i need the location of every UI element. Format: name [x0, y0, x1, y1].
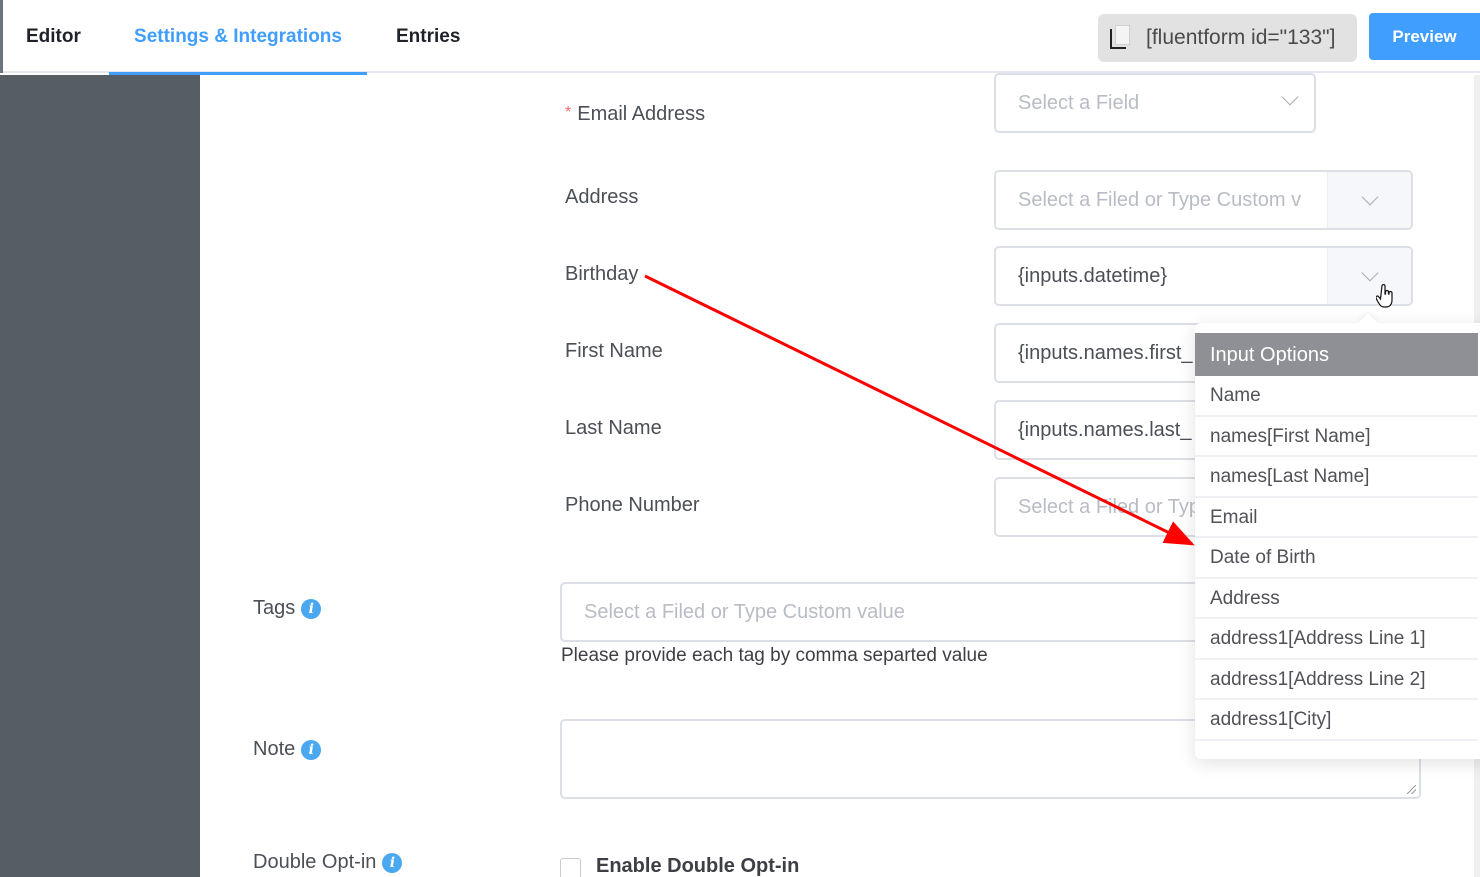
dropdown-option[interactable]: Address — [1195, 579, 1478, 619]
input-options-dropdown: Input Options Name names[First Name] nam… — [1195, 313, 1480, 759]
dropdown-option[interactable]: address1[City] — [1195, 700, 1478, 741]
hand-cursor-icon — [1376, 284, 1393, 308]
chevron-down-icon — [1361, 188, 1378, 206]
double-optin-checkbox[interactable] — [560, 858, 581, 877]
dropdown-option[interactable]: address1[Address Line 2] — [1195, 660, 1478, 700]
dropdown-option[interactable]: Date of Birth — [1195, 538, 1478, 579]
birthday-dropdown-toggle[interactable] — [1327, 248, 1411, 304]
birthday-value: {inputs.datetime} — [1018, 264, 1167, 287]
left-edge — [0, 0, 3, 73]
first-name-label: First Name — [565, 340, 663, 362]
email-address-label: * Email Address — [565, 103, 706, 125]
tab-settings-integrations[interactable]: Settings & Integrations — [109, 0, 367, 75]
email-select-placeholder: Select a Field — [1018, 91, 1140, 114]
dropdown-option[interactable]: Email — [1195, 498, 1478, 538]
dropdown-option[interactable]: Name — [1195, 376, 1478, 417]
tags-label: Tags i — [253, 597, 322, 620]
double-optin-label: Double Opt-in i — [253, 851, 403, 874]
tab-editor[interactable]: Editor — [26, 0, 81, 73]
birthday-label: Birthday — [565, 263, 639, 285]
shortcode-copy-button[interactable]: [fluentform id="133"] — [1098, 14, 1357, 62]
copy-icon — [1110, 25, 1132, 51]
shortcode-text: [fluentform id="133"] — [1146, 26, 1336, 49]
address-field-input[interactable]: Select a Filed or Type Custom v — [994, 170, 1413, 230]
tab-settings-label: Settings & Integrations — [134, 26, 342, 47]
resize-handle-icon[interactable] — [1407, 785, 1416, 794]
preview-button[interactable]: Preview — [1369, 13, 1480, 60]
top-navigation: Editor Settings & Integrations Entries [… — [0, 0, 1480, 75]
dropdown-option-partial[interactable] — [1195, 741, 1478, 759]
info-icon[interactable]: i — [301, 599, 322, 619]
birthday-field-input[interactable]: {inputs.datetime} — [994, 246, 1413, 306]
phone-number-label: Phone Number — [565, 494, 700, 516]
chevron-down-icon — [1361, 264, 1378, 282]
tags-help-text: Please provide each tag by comma separte… — [561, 645, 988, 666]
sidebar — [0, 75, 200, 877]
dropdown-option[interactable]: address1[Address Line 1] — [1195, 619, 1478, 660]
required-mark: * — [565, 104, 572, 121]
double-optin-checkbox-label[interactable]: Enable Double Opt-in — [596, 855, 799, 877]
note-label: Note i — [253, 738, 322, 761]
address-placeholder: Select a Filed or Type Custom v — [1018, 188, 1302, 211]
address-dropdown-toggle[interactable] — [1327, 172, 1411, 228]
dropdown-option[interactable]: names[First Name] — [1195, 417, 1478, 457]
dropdown-header: Input Options — [1195, 333, 1478, 376]
dropdown-option[interactable]: names[Last Name] — [1195, 457, 1478, 498]
dropdown-options-list: Name names[First Name] names[Last Name] … — [1195, 376, 1478, 759]
email-field-select[interactable]: Select a Field — [994, 73, 1316, 133]
last-name-label: Last Name — [565, 417, 662, 439]
popover-caret — [1358, 313, 1378, 333]
tab-entries[interactable]: Entries — [396, 0, 460, 73]
info-icon[interactable]: i — [301, 740, 322, 760]
info-icon[interactable]: i — [382, 853, 403, 873]
address-label: Address — [565, 186, 639, 208]
